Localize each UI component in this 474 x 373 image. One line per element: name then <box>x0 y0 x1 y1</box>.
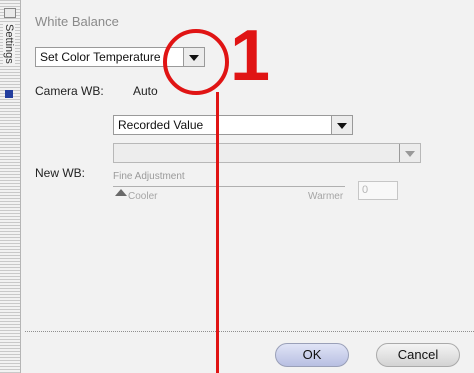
settings-tab-label[interactable]: Settings <box>3 22 15 66</box>
annotation-line <box>216 92 219 373</box>
fine-adjustment-label: Fine Adjustment <box>113 171 185 182</box>
strip-marker-icon <box>5 90 13 98</box>
divider <box>25 331 474 332</box>
new-wb-label: New WB: <box>35 166 86 180</box>
annotation-number: 1 <box>230 16 271 96</box>
wb-mode-value: Set Color Temperature <box>40 50 161 64</box>
settings-side-strip[interactable]: Settings <box>0 0 21 373</box>
chevron-down-icon[interactable] <box>331 116 352 134</box>
warmer-label: Warmer <box>308 191 344 202</box>
ok-button[interactable]: OK <box>275 343 349 367</box>
cooler-label: Cooler <box>128 191 158 202</box>
strip-grip-icon[interactable] <box>4 8 16 18</box>
fine-adjustment-input[interactable]: 0 <box>358 181 398 200</box>
annotation-circle <box>163 29 229 95</box>
chevron-down-icon[interactable] <box>399 144 420 162</box>
camera-wb-label: Camera WB: <box>35 84 104 98</box>
recorded-value-text: Recorded Value <box>118 118 204 132</box>
slider-thumb[interactable] <box>115 189 127 196</box>
panel-title: White Balance <box>35 14 119 29</box>
camera-wb-value: Auto <box>133 84 158 98</box>
new-wb-select[interactable] <box>113 143 421 163</box>
recorded-value-select[interactable]: Recorded Value <box>113 115 353 135</box>
cancel-button[interactable]: Cancel <box>376 343 460 367</box>
fine-adjustment-slider[interactable] <box>113 186 345 187</box>
